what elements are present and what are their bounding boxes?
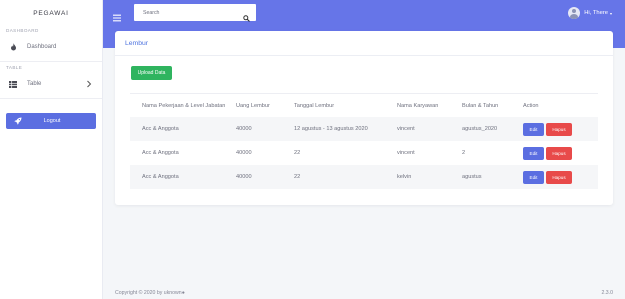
cell-uang-lembur: 40000 — [236, 174, 252, 180]
brand-title[interactable]: PEGAWAI — [0, 0, 102, 26]
fire-icon — [9, 43, 17, 51]
rocket-icon — [14, 117, 22, 125]
sidebar-item-label: Dashboard — [27, 44, 57, 50]
cell-bulan-tahun: agustus_2020 — [462, 126, 498, 132]
sidebar-divider — [0, 98, 102, 99]
cell-action: Edit Hapus — [523, 122, 598, 136]
edit-button[interactable]: Edit — [523, 146, 544, 160]
cell-tanggal-lembur: 12 agustus - 13 agustus 2020 — [294, 126, 368, 132]
hamburger-icon[interactable] — [113, 9, 121, 22]
table-row: Acc & Anggota 40000 12 agustus - 13 agus… — [130, 117, 598, 141]
cell-nama-karyawan: kelvin — [397, 174, 412, 180]
footer-copyright: Copyright © 2020 by uknown● — [115, 290, 185, 296]
cell-uang-lembur: 40000 — [236, 126, 252, 132]
column-header: Action — [523, 102, 539, 109]
sidebar-item-dashboard[interactable]: Dashboard — [0, 35, 102, 59]
cell-pekerjaan: Acc & Anggota — [142, 126, 179, 132]
sidebar-divider — [0, 61, 102, 62]
chevron-right-icon — [85, 80, 93, 88]
table-row: Acc & Anggota 40000 22 vincent 2 Edit Ha… — [130, 141, 598, 165]
cell-action: Edit Hapus — [523, 170, 598, 184]
logout-label: Logout — [43, 118, 61, 124]
user-menu[interactable]: Hi, There ▾ — [568, 7, 612, 19]
footer-version: 2.3.0 — [601, 290, 613, 296]
cell-pekerjaan: Acc & Anggota — [142, 174, 179, 180]
cell-tanggal-lembur: 22 — [294, 174, 301, 180]
table-row: Acc & Anggota 40000 22 kelvin agustus Ed… — [130, 165, 598, 189]
cell-bulan-tahun: 2 — [462, 150, 466, 156]
sidebar: PEGAWAI DASHBOARD Dashboard TABLE Table … — [0, 0, 103, 299]
cell-bulan-tahun: agustus — [462, 174, 482, 180]
search-input[interactable] — [134, 4, 234, 21]
cell-pekerjaan: Acc & Anggota — [142, 150, 179, 156]
table-header-row: Nama Pekerjaan & Level Jabatan Uang Lemb… — [130, 93, 598, 117]
user-name: Hi, There — [584, 10, 608, 16]
delete-button[interactable]: Hapus — [546, 122, 572, 136]
cell-nama-karyawan: vincent — [397, 126, 415, 132]
column-header: Bulan & Tahun — [462, 102, 499, 109]
card-title: Lembur — [115, 31, 613, 56]
search-icon[interactable] — [243, 9, 250, 22]
search-box — [134, 4, 256, 22]
delete-button[interactable]: Hapus — [546, 170, 572, 184]
upload-data-button[interactable]: Upload Data — [131, 66, 172, 80]
sidebar-item-label: Table — [27, 81, 42, 87]
edit-button[interactable]: Edit — [523, 122, 544, 136]
column-header: Tanggal Lembur — [294, 102, 335, 109]
column-header: Uang Lembur — [236, 102, 270, 109]
logout-button[interactable]: Logout — [6, 113, 96, 129]
caret-down-icon: ▾ — [609, 10, 612, 16]
column-header: Nama Karyawan — [397, 102, 439, 109]
edit-button[interactable]: Edit — [523, 170, 544, 184]
cell-tanggal-lembur: 22 — [294, 150, 301, 156]
avatar — [568, 7, 581, 19]
sidebar-item-table[interactable]: Table — [0, 72, 102, 96]
sidebar-heading-dashboard: DASHBOARD — [6, 28, 39, 33]
table-icon — [9, 80, 17, 88]
sidebar-heading-table: TABLE — [6, 65, 23, 70]
lembur-table: Nama Pekerjaan & Level Jabatan Uang Lemb… — [130, 93, 598, 189]
lembur-card: Lembur Upload Data Nama Pekerjaan & Leve… — [115, 31, 613, 205]
cell-action: Edit Hapus — [523, 146, 598, 160]
cell-nama-karyawan: vincent — [397, 150, 415, 156]
cell-uang-lembur: 40000 — [236, 150, 252, 156]
delete-button[interactable]: Hapus — [546, 146, 572, 160]
column-header: Nama Pekerjaan & Level Jabatan — [142, 102, 226, 109]
